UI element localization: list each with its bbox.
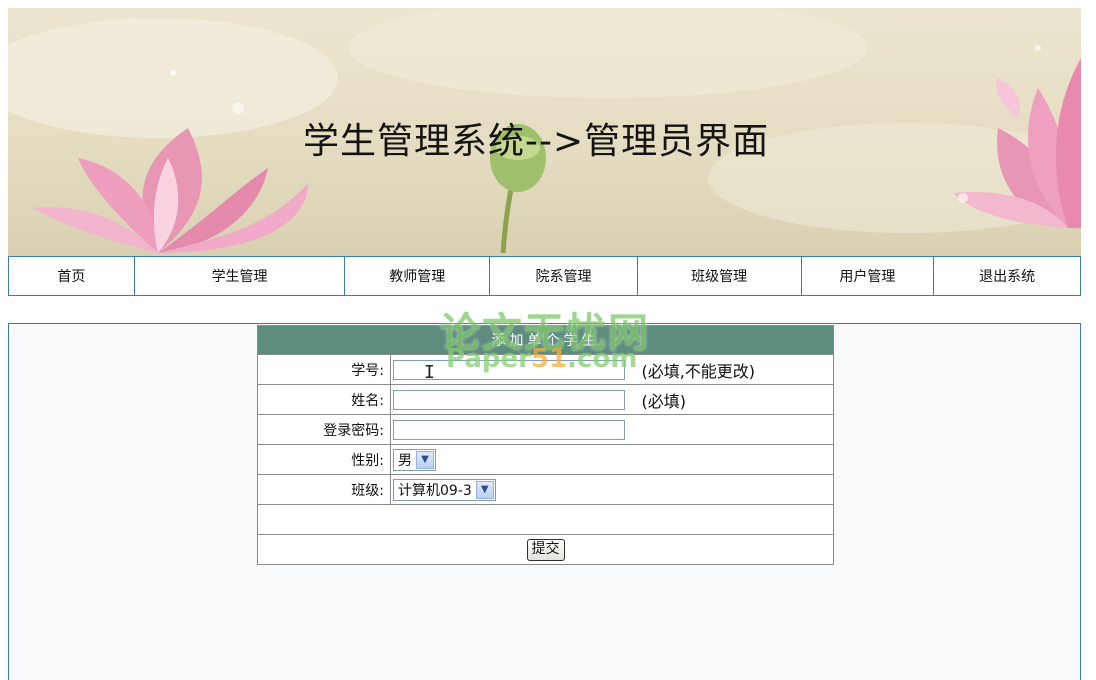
page-title: 学生管理系统-->管理员界面: [303, 121, 770, 162]
gender-label: 性别:: [257, 444, 391, 475]
chevron-down-icon: ▼: [475, 480, 494, 499]
nav-item-teacher-management[interactable]: 教师管理: [345, 257, 491, 295]
submit-row: 提交: [257, 534, 834, 565]
class-selected-value: 计算机09-3: [398, 482, 472, 499]
student-id-cell: (必填,不能更改): [390, 354, 834, 385]
nav-item-home[interactable]: 首页: [9, 257, 135, 295]
gender-cell: 男 ▼: [390, 444, 834, 475]
gender-row: 性别: 男 ▼: [257, 444, 834, 475]
name-note: (必填): [641, 391, 686, 411]
name-cell: (必填): [390, 384, 834, 415]
password-input[interactable]: [393, 419, 625, 440]
name-input[interactable]: [393, 389, 625, 410]
nav-item-user-management[interactable]: 用户管理: [802, 257, 935, 295]
student-id-row: 学号: (必填,不能更改): [257, 354, 834, 385]
form-header: 添加单个学生: [257, 325, 834, 355]
nav-item-department-management[interactable]: 院系管理: [490, 257, 638, 295]
lotus-left-icon: [33, 128, 308, 253]
text-cursor-icon: I: [424, 362, 435, 383]
password-label: 登录密码:: [257, 414, 391, 445]
student-id-note: (必填,不能更改): [641, 361, 756, 381]
add-student-form: 添加单个学生 学号: (必填,不能更改) 姓名: (必填) 登录密码: 性别:: [257, 325, 834, 565]
submit-button[interactable]: 提交: [526, 538, 565, 561]
gender-selected-value: 男: [398, 452, 412, 469]
empty-row: [257, 504, 834, 535]
empty-cell: [257, 504, 834, 535]
page: 学生管理系统-->管理员界面 首页 学生管理 教师管理 院系管理 班级管理 用户…: [0, 0, 1096, 680]
student-id-label: 学号:: [257, 354, 391, 385]
name-row: 姓名: (必填): [257, 384, 834, 415]
nav-item-student-management[interactable]: 学生管理: [135, 257, 346, 295]
class-select[interactable]: 计算机09-3 ▼: [393, 478, 496, 501]
main-nav: 首页 学生管理 教师管理 院系管理 班级管理 用户管理 退出系统: [8, 256, 1081, 296]
class-label: 班级:: [257, 474, 391, 505]
password-row: 登录密码:: [257, 414, 834, 445]
class-cell: 计算机09-3 ▼: [390, 474, 834, 505]
gender-select[interactable]: 男 ▼: [393, 448, 436, 471]
nav-item-class-management[interactable]: 班级管理: [638, 257, 802, 295]
password-cell: [390, 414, 834, 445]
chevron-down-icon: ▼: [416, 450, 434, 469]
class-row: 班级: 计算机09-3 ▼: [257, 474, 834, 505]
header-banner: 学生管理系统-->管理员界面: [8, 8, 1081, 256]
name-label: 姓名:: [257, 384, 391, 415]
form-header-row: 添加单个学生: [257, 325, 834, 355]
nav-item-logout[interactable]: 退出系统: [934, 257, 1080, 295]
submit-cell: 提交: [257, 534, 834, 565]
